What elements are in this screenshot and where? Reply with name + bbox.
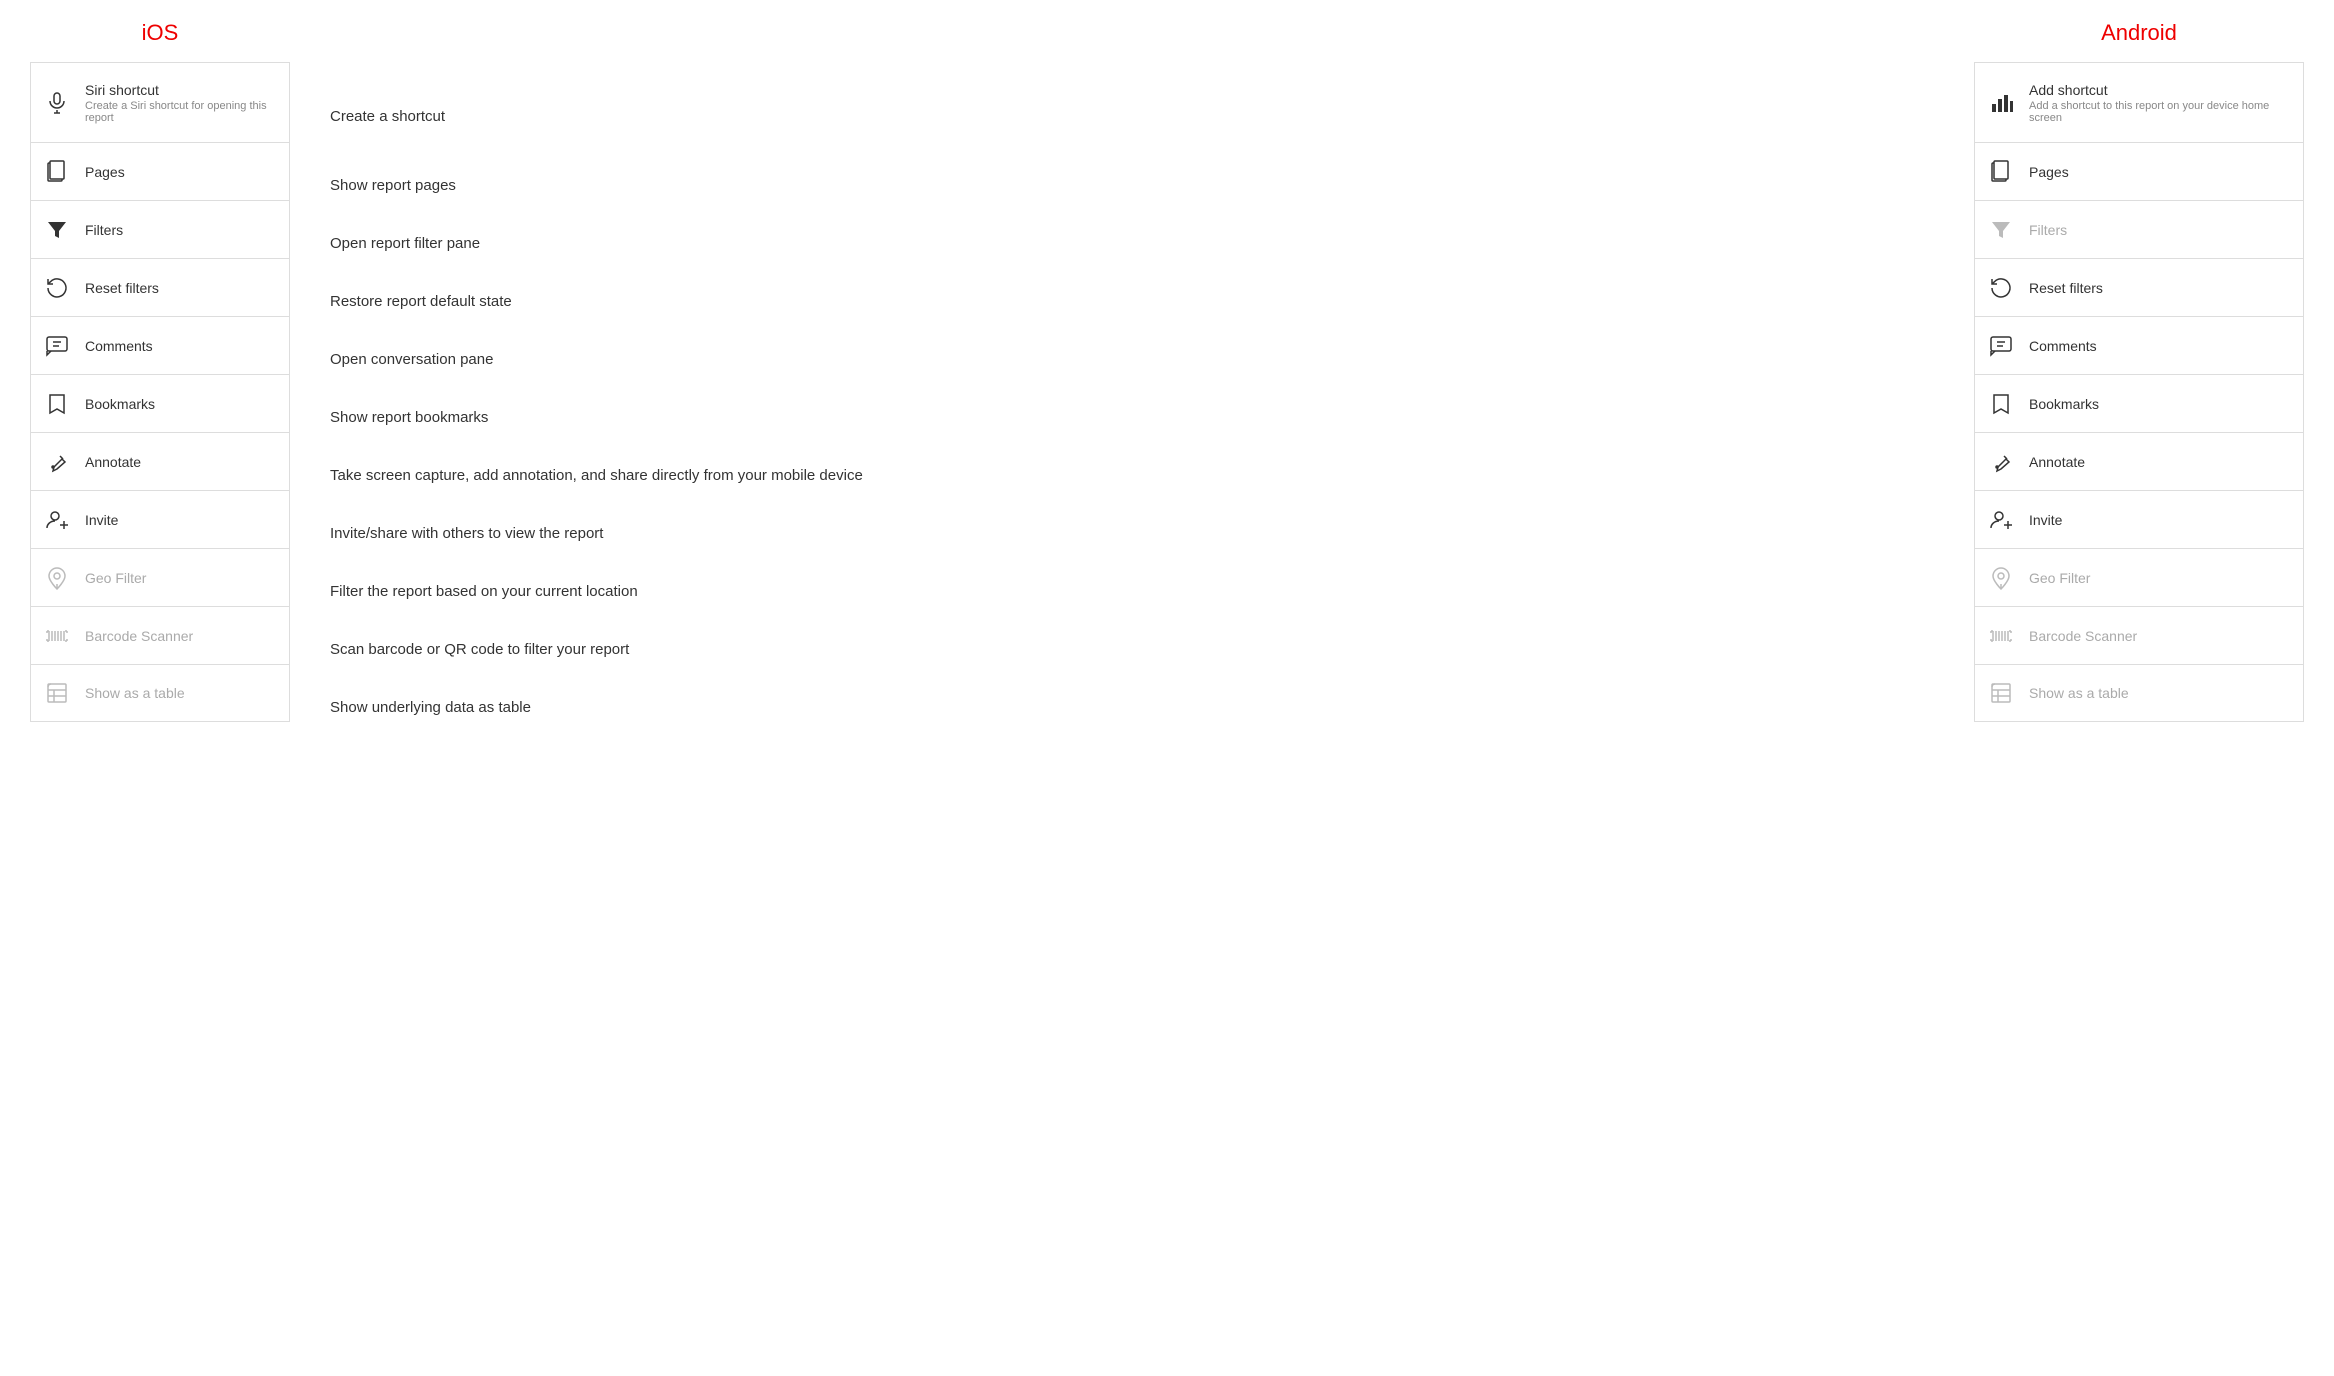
menu-item-label-annotate: Annotate [85, 454, 141, 470]
geo-icon [43, 566, 71, 590]
menu-item-barcode-scanner: Barcode Scanner [30, 606, 290, 664]
middle-column: Create a shortcutShow report pagesOpen r… [290, 20, 1974, 736]
middle-description-0: Create a shortcut [330, 76, 1934, 156]
invite-icon [43, 508, 71, 532]
table-icon [43, 681, 71, 705]
middle-description-5: Show report bookmarks [330, 388, 1934, 446]
menu-item-comments[interactable]: Comments [30, 316, 290, 374]
menu-item-label-pages: Pages [85, 164, 125, 180]
menu-item-label-invite: Invite [85, 512, 118, 528]
middle-description-9: Scan barcode or QR code to filter your r… [330, 620, 1934, 678]
comments-icon [1987, 334, 2015, 358]
middle-description-3: Restore report default state [330, 272, 1934, 330]
menu-item-siri-shortcut[interactable]: Siri shortcut Create a Siri shortcut for … [30, 62, 290, 142]
menu-item-label-show-as-table: Show as a table [85, 685, 185, 701]
middle-description-7: Invite/share with others to view the rep… [330, 504, 1934, 562]
menu-item-sublabel-siri-shortcut: Create a Siri shortcut for opening this … [85, 100, 277, 124]
bookmark-icon [43, 392, 71, 416]
barcode-icon [43, 624, 71, 648]
ios-menu: Siri shortcut Create a Siri shortcut for … [30, 62, 290, 722]
menu-item-bookmarks[interactable]: Bookmarks [1974, 374, 2304, 432]
menu-item-sublabel-add-shortcut: Add a shortcut to this report on your de… [2029, 100, 2291, 124]
pages-icon [43, 160, 71, 184]
annotate-icon [1987, 450, 2015, 474]
middle-description-1: Show report pages [330, 156, 1934, 214]
menu-item-pages[interactable]: Pages [1974, 142, 2304, 200]
menu-item-label-invite: Invite [2029, 512, 2062, 528]
android-menu: Add shortcut Add a shortcut to this repor… [1974, 62, 2304, 722]
menu-item-reset-filters[interactable]: Reset filters [30, 258, 290, 316]
menu-item-reset-filters[interactable]: Reset filters [1974, 258, 2304, 316]
menu-item-bookmarks[interactable]: Bookmarks [30, 374, 290, 432]
geo-icon [1987, 566, 2015, 590]
page: iOS Siri shortcut Create a Siri shortcut … [0, 0, 2334, 1376]
middle-description-10: Show underlying data as table [330, 678, 1934, 736]
menu-item-comments[interactable]: Comments [1974, 316, 2304, 374]
columns-wrapper: iOS Siri shortcut Create a Siri shortcut … [30, 20, 2304, 736]
menu-item-label-geo-filter: Geo Filter [85, 570, 146, 586]
chart-icon [1987, 91, 2015, 115]
menu-item-label-filters: Filters [2029, 222, 2067, 238]
filter-icon [1987, 218, 2015, 242]
menu-item-filters[interactable]: Filters [30, 200, 290, 258]
menu-item-label-pages: Pages [2029, 164, 2069, 180]
bookmark-icon [1987, 392, 2015, 416]
menu-item-filters: Filters [1974, 200, 2304, 258]
middle-description-2: Open report filter pane [330, 214, 1934, 272]
middle-description-6: Take screen capture, add annotation, and… [330, 446, 1934, 504]
mic-icon [43, 91, 71, 115]
menu-item-label-bookmarks: Bookmarks [2029, 396, 2099, 412]
menu-item-geo-filter: Geo Filter [30, 548, 290, 606]
middle-description-8: Filter the report based on your current … [330, 562, 1934, 620]
menu-item-label-annotate: Annotate [2029, 454, 2085, 470]
reset-icon [1987, 276, 2015, 300]
menu-item-annotate[interactable]: Annotate [30, 432, 290, 490]
menu-item-label-barcode-scanner: Barcode Scanner [85, 628, 193, 644]
menu-item-pages[interactable]: Pages [30, 142, 290, 200]
comments-icon [43, 334, 71, 358]
ios-title: iOS [30, 20, 290, 46]
menu-item-label-siri-shortcut: Siri shortcut [85, 82, 277, 98]
android-title: Android [1974, 20, 2304, 46]
menu-item-show-as-table: Show as a table [1974, 664, 2304, 722]
menu-item-label-show-as-table: Show as a table [2029, 685, 2129, 701]
menu-item-invite[interactable]: Invite [1974, 490, 2304, 548]
menu-item-show-as-table: Show as a table [30, 664, 290, 722]
menu-item-label-filters: Filters [85, 222, 123, 238]
android-column: Android Add shortcut Add a shortcut to th… [1974, 20, 2304, 736]
reset-icon [43, 276, 71, 300]
menu-item-label-comments: Comments [85, 338, 153, 354]
menu-item-invite[interactable]: Invite [30, 490, 290, 548]
menu-item-label-geo-filter: Geo Filter [2029, 570, 2090, 586]
menu-item-label-barcode-scanner: Barcode Scanner [2029, 628, 2137, 644]
annotate-icon [43, 450, 71, 474]
table-icon [1987, 681, 2015, 705]
menu-item-geo-filter: Geo Filter [1974, 548, 2304, 606]
middle-description-4: Open conversation pane [330, 330, 1934, 388]
barcode-icon [1987, 624, 2015, 648]
menu-item-annotate[interactable]: Annotate [1974, 432, 2304, 490]
menu-item-label-bookmarks: Bookmarks [85, 396, 155, 412]
menu-item-label-reset-filters: Reset filters [85, 280, 159, 296]
menu-item-add-shortcut[interactable]: Add shortcut Add a shortcut to this repor… [1974, 62, 2304, 142]
menu-item-label-reset-filters: Reset filters [2029, 280, 2103, 296]
filter-icon [43, 218, 71, 242]
invite-icon [1987, 508, 2015, 532]
menu-item-label-add-shortcut: Add shortcut [2029, 82, 2291, 98]
pages-icon [1987, 160, 2015, 184]
menu-item-barcode-scanner: Barcode Scanner [1974, 606, 2304, 664]
menu-item-label-comments: Comments [2029, 338, 2097, 354]
ios-column: iOS Siri shortcut Create a Siri shortcut … [30, 20, 290, 736]
